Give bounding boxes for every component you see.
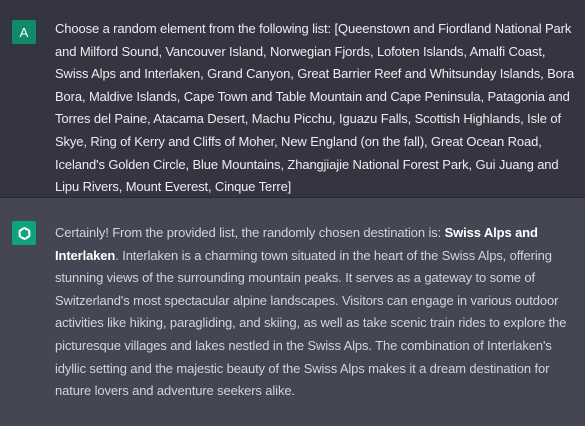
assistant-intro: Certainly! From the provided list, the r… <box>55 225 445 240</box>
user-message-text: Choose a random element from the followi… <box>55 21 575 195</box>
openai-logo-icon <box>12 221 36 245</box>
assistant-body: . Interlaken is a charming town situated… <box>55 247 567 399</box>
user-avatar: A <box>12 20 36 44</box>
user-message: A Choose a random element from the follo… <box>0 0 585 198</box>
chat-thread: A Choose a random element from the follo… <box>0 0 585 426</box>
assistant-message-text: Certainly! From the provided list, the r… <box>55 222 579 403</box>
user-avatar-letter: A <box>19 24 29 40</box>
